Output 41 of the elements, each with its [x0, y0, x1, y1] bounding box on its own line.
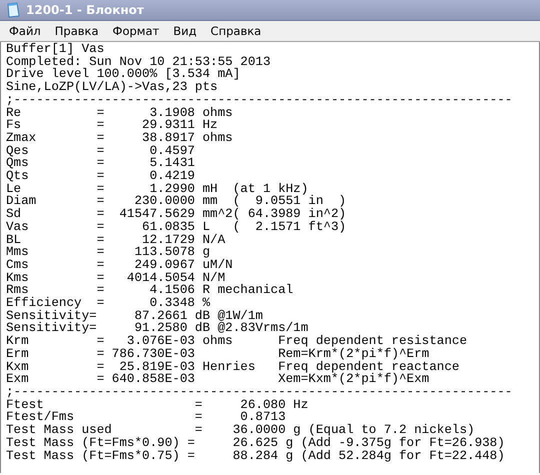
text-line: Exm = 640.858E-03 Xem=Kxm*(2*pi*f)^Exm: [6, 373, 430, 386]
text-line: Cms = 249.0967 uM/N: [6, 258, 233, 272]
notepad-icon: [6, 2, 20, 18]
text-line: Sine,LoZP(LV/LA)->Vas,23 pts: [6, 81, 218, 94]
text-line: Sensitivity= 91.2580 dB @2.83Vrms/1m: [6, 322, 308, 336]
menu-item[interactable]: Вид: [166, 22, 204, 40]
menu-item[interactable]: Файл: [2, 22, 48, 40]
text-line: Drive level 100.000% [3.534 mA]: [6, 68, 240, 82]
text-line: Qts = 0.4219: [6, 170, 195, 183]
text-line: Zmax = 38.8917 ohms: [6, 132, 233, 145]
text-line: Krm = 3.076E-03 ohms Freq dependent resistance: [6, 335, 468, 348]
text-line: Rms = 4.1506 R mechanical: [6, 284, 294, 298]
text-line: Qms = 5.1431: [6, 157, 195, 170]
text-line: Completed: Sun Nov 10 21:53:55 2013: [6, 56, 271, 68]
text-line: Ftest/Fms = 0.8713: [6, 411, 286, 424]
text-line: BL = 12.1729 N/A: [6, 234, 226, 246]
text-line: ;------------------------------------------------------------------: [6, 386, 512, 399]
text-area[interactable]: [0, 42, 540, 473]
text-line: Re = 3.1908 ohms: [6, 106, 233, 120]
text-line: Kms = 4014.5054 N/M: [6, 272, 226, 284]
text-line: Vas = 61.0835 L ( 2.1571 ft^3): [6, 220, 346, 234]
text-line: Erm = 786.730E-03 Rem=Krm*(2*pi*f)^Erm: [6, 348, 430, 361]
text-line: Test Mass (Ft=Fms*0.90) = 26.625 g (Add -9.375g for Ft=26.938): [6, 436, 505, 450]
text-line: Sensitivity= 87.2661 dB @1W/1m: [6, 310, 263, 322]
text-line: Buffer[1] Vas: [6, 43, 104, 56]
text-line: Qes = 0.4597: [6, 144, 195, 158]
text-line: Le = 1.2990 mH (at 1 kHz): [6, 182, 308, 196]
text-line: Fs = 29.9311 Hz: [6, 119, 218, 132]
text-line: Sd = 41547.5629 mm^2( 64.3989 in^2): [6, 208, 346, 221]
text-line: Ftest = 26.080 Hz: [6, 398, 308, 412]
text-line: Efficiency = 0.3348 %: [6, 297, 210, 310]
menu-item[interactable]: Правка: [48, 22, 106, 40]
menu-item[interactable]: Формат: [106, 22, 166, 40]
menu-item[interactable]: Справка: [204, 22, 268, 40]
window-title: 1200-1 - Блокнот: [26, 3, 144, 17]
text-line: ;------------------------------------------------------------------: [6, 94, 512, 107]
text-line: Test Mass (Ft=Fms*0.75) = 88.284 g (Add 52.284g for Ft=22.448): [6, 450, 505, 462]
text-line: Kxm = 25.819E-03 Henries Freq dependent reactance: [6, 360, 460, 374]
text-line: Test Mass used = 36.0000 g (Equal to 7.2 nickels): [6, 424, 475, 437]
text-line: Diam = 230.0000 mm ( 9.0551 in ): [6, 195, 346, 208]
text-line: Mms = 113.5078 g: [6, 246, 210, 259]
